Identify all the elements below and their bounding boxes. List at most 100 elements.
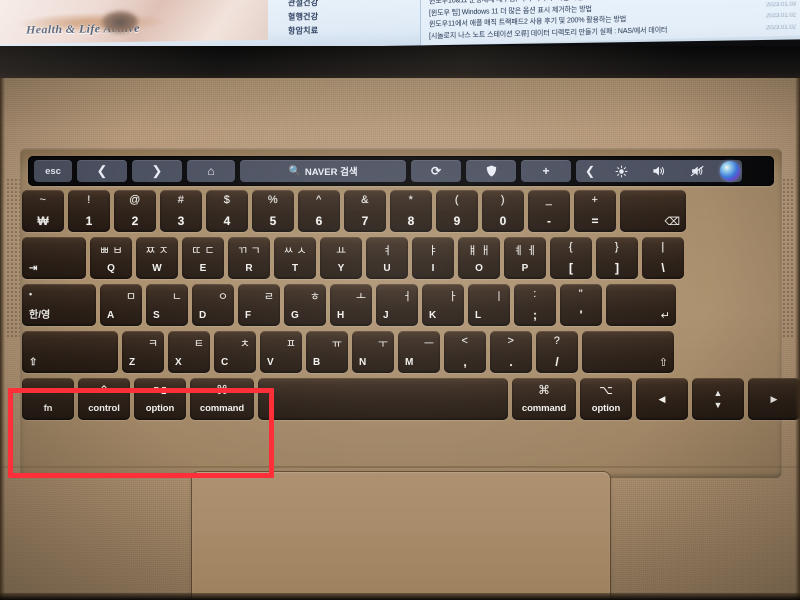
key-c[interactable]: ㅊ C [214,331,256,373]
option-key-right[interactable]: ⌥ option [580,378,632,420]
key-1[interactable]: ! 1 [68,190,110,232]
key-tilde-won[interactable]: ~ ₩ [22,190,64,232]
key-x[interactable]: ㅌ X [168,331,210,373]
key-hangul: ㅜ [377,338,388,350]
key-h[interactable]: ㅗ H [330,284,372,326]
key-t[interactable]: ㅆ ㅅ T [274,237,316,279]
key-p[interactable]: ㅖ ㅔ P [504,237,546,279]
nav-item-1[interactable]: 혈행건강 [288,11,318,22]
plus-icon[interactable]: + [521,160,571,182]
shield-glyph [486,165,496,177]
arrow-down-icon[interactable]: ▼ [692,399,744,420]
key-latin: O [475,263,483,274]
key-bottom: 1 [85,214,93,228]
delete-key[interactable]: ⌫ [620,190,686,232]
key-bottom: \ [661,261,665,275]
command-key-right[interactable]: ⌘ command [512,378,576,420]
key-hangul: ㅒ ㅐ [467,245,491,257]
key-backslash[interactable]: | \ [642,237,684,279]
chassis-left-edge [0,78,5,600]
key-5[interactable]: % 5 [252,190,294,232]
arrow-updown-key[interactable]: ▲ ▼ [692,378,744,420]
key-k[interactable]: ㅏ K [422,284,464,326]
key-hangul: ㅕ [381,245,393,257]
key-6[interactable]: ^ 6 [298,190,340,232]
touchbar-control-strip[interactable]: ❮ [576,160,742,182]
key-m[interactable]: ㅡ M [398,331,440,373]
key-d[interactable]: ㅇ D [192,284,234,326]
key-z[interactable]: ㅋ Z [122,331,164,373]
touch-bar[interactable]: esc ❮ ❯ ⌂ 🔍 NAVER 검색 ⟳ + ❮ [28,156,774,186]
space-key[interactable] [258,378,508,420]
key-i[interactable]: ㅑ I [412,237,454,279]
return-key[interactable]: ↵ [606,284,676,326]
key-8[interactable]: * 8 [390,190,432,232]
caps-hanyoung-key[interactable]: • 한/영 [22,284,96,326]
home-icon[interactable]: ⌂ [187,160,235,182]
key-bracket-right[interactable]: } ] [596,237,638,279]
key-o[interactable]: ㅒ ㅐ O [458,237,500,279]
key-r[interactable]: ㄲ ㄱ R [228,237,270,279]
brightness-icon[interactable] [602,160,640,182]
chevron-left-icon[interactable]: ❮ [578,160,602,182]
option-icon: ⌥ [153,383,167,397]
key-4[interactable]: $ 4 [206,190,248,232]
siri-icon[interactable] [720,161,740,181]
key-y[interactable]: ㅛ Y [320,237,362,279]
option-key-left[interactable]: ⌥ option [134,378,186,420]
key-bottom: , [463,355,467,369]
mute-icon[interactable] [678,160,716,182]
key-latin: E [199,263,207,274]
key-period[interactable]: > . [490,331,532,373]
arrow-up-icon[interactable]: ▲ [692,378,744,399]
nav-item-0[interactable]: 관절건강 [288,0,318,8]
key-e[interactable]: ㄸ ㄷ E [182,237,224,279]
touchbar-esc-button[interactable]: esc [34,160,72,182]
key-l[interactable]: ㅣ L [468,284,510,326]
key-quote[interactable]: " ' [560,284,602,326]
key-semicolon[interactable]: : ; [514,284,556,326]
key-a[interactable]: ㅁ A [100,284,142,326]
key-bottom: 7 [361,214,369,228]
key-9[interactable]: ( 9 [436,190,478,232]
volume-up-icon[interactable] [640,160,678,182]
command-key-left[interactable]: ⌘ command [190,378,254,420]
arrow-left-key[interactable]: ◀ [636,378,688,420]
forward-arrow-icon[interactable]: ❯ [132,160,182,182]
key-7[interactable]: & 7 [344,190,386,232]
back-arrow-icon[interactable]: ❮ [77,160,127,182]
key-f[interactable]: ㄹ F [238,284,280,326]
key-minus[interactable]: _ - [528,190,570,232]
key-u[interactable]: ㅕ U [366,237,408,279]
key-comma[interactable]: < , [444,331,486,373]
control-key[interactable]: ⌃ control [78,378,130,420]
reload-icon[interactable]: ⟳ [411,160,461,182]
shield-icon[interactable] [466,160,516,182]
tab-key[interactable]: ⇥ [22,237,86,279]
keyboard-row-modifiers: fn ⌃ control ⌥ option ⌘ command ⌘ comman… [22,378,800,420]
right-shift-key[interactable]: ⇧ [582,331,674,373]
fn-key[interactable]: fn [22,378,74,420]
key-q[interactable]: ㅃ ㅂ Q [90,237,132,279]
arrow-right-key[interactable]: ▶ [748,378,800,420]
left-shift-key[interactable]: ⇧ [22,331,118,373]
nav-item-2[interactable]: 항암치료 [288,25,318,36]
key-v[interactable]: ㅍ V [260,331,302,373]
key-j[interactable]: ㅓ J [376,284,418,326]
key-slash[interactable]: ? / [536,331,578,373]
touchbar-search-field[interactable]: 🔍 NAVER 검색 [240,160,406,182]
key-top: ( [454,194,460,206]
key-w[interactable]: ㅉ ㅈ W [136,237,178,279]
key-3[interactable]: # 3 [160,190,202,232]
shift-icon-left: ⇧ [29,357,38,368]
key-2[interactable]: @ 2 [114,190,156,232]
key-b[interactable]: ㅠ B [306,331,348,373]
key-bracket-left[interactable]: { [ [550,237,592,279]
key-s[interactable]: ㄴ S [146,284,188,326]
key-equals[interactable]: + = [574,190,616,232]
trackpad[interactable] [192,472,610,600]
key-n[interactable]: ㅜ N [352,331,394,373]
key-g[interactable]: ㅎ G [284,284,326,326]
key-top: _ [545,194,553,206]
key-0[interactable]: ) 0 [482,190,524,232]
